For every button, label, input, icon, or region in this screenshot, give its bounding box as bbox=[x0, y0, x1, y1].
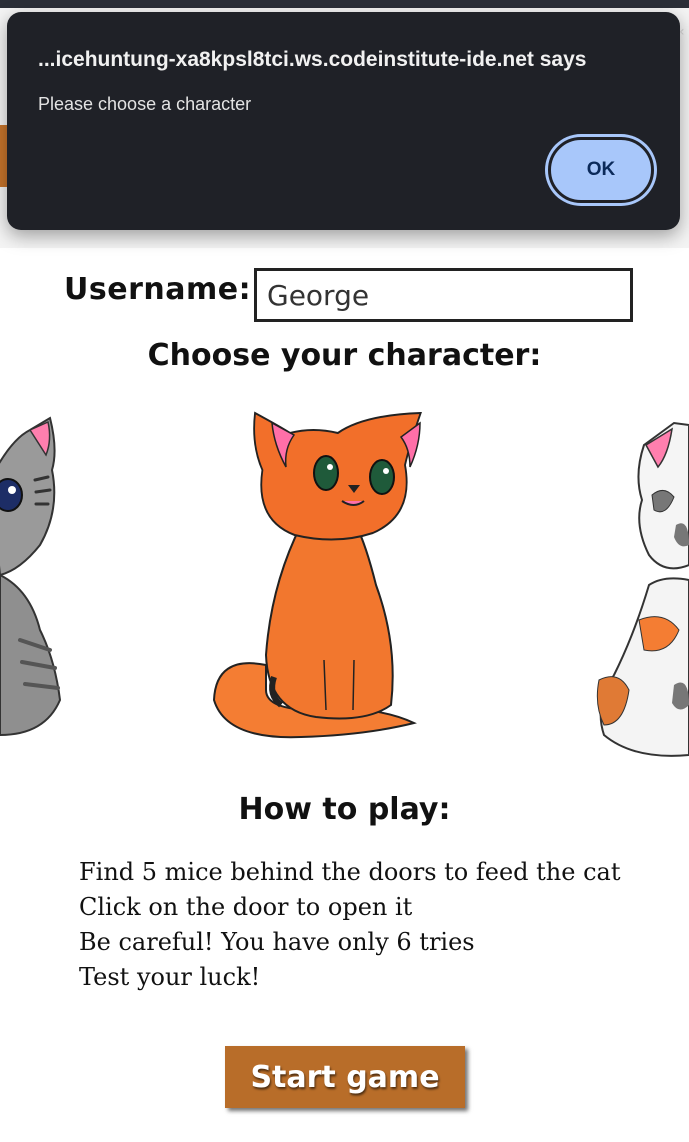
ok-button[interactable]: OK bbox=[548, 137, 654, 203]
partial-edge-icon: ‹ bbox=[679, 24, 685, 40]
browser-top-strip bbox=[0, 0, 689, 8]
username-label: Username: bbox=[64, 272, 252, 307]
dialog-message: Please choose a character bbox=[38, 94, 252, 114]
choose-character-heading: Choose your character: bbox=[147, 338, 542, 373]
rule-item: Click on the door to open it bbox=[79, 893, 413, 921]
rule-item: Find 5 mice behind the doors to feed the… bbox=[79, 858, 621, 886]
username-input[interactable] bbox=[254, 268, 633, 322]
rule-item: Test your luck! bbox=[79, 963, 261, 991]
alert-dialog: ...icehuntung-xa8kpsl8tci.ws.codeinstitu… bbox=[7, 12, 680, 230]
rules-list: Find 5 mice behind the doors to feed the… bbox=[79, 855, 659, 995]
start-game-button[interactable]: Start game bbox=[225, 1046, 465, 1108]
orange-cat-option[interactable] bbox=[206, 405, 430, 745]
calico-cat-option[interactable] bbox=[594, 405, 689, 760]
rule-item: Be careful! You have only 6 tries bbox=[79, 928, 475, 956]
dialog-title: ...icehuntung-xa8kpsl8tci.ws.codeinstitu… bbox=[38, 48, 587, 71]
how-to-play-heading: How to play: bbox=[238, 792, 451, 827]
grey-cat-option[interactable] bbox=[0, 400, 80, 745]
